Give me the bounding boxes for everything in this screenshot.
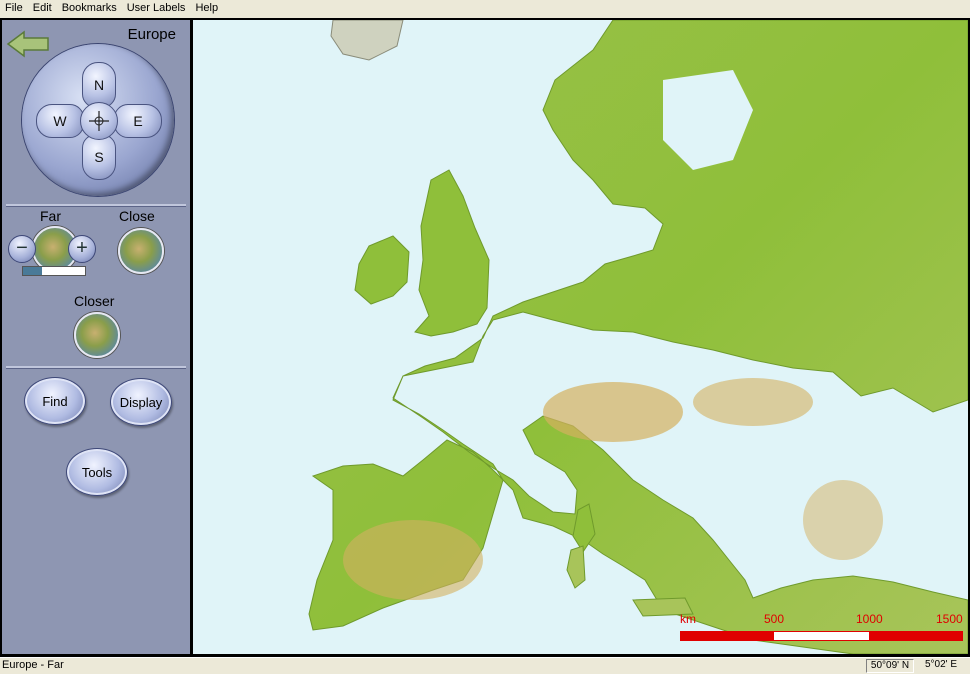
map-view[interactable]: km 500 1000 1500 [193, 20, 968, 654]
display-button[interactable]: Display [110, 378, 172, 426]
sidebar-divider [6, 204, 186, 207]
crosshair-icon [89, 111, 109, 131]
pan-west-button[interactable]: W [36, 104, 84, 138]
europe-relief-map [308, 20, 968, 654]
status-latitude: 50°09' N [866, 659, 914, 673]
closer-globe-icon[interactable] [74, 312, 120, 358]
zoom-closer-label: Closer [74, 293, 115, 309]
tools-button[interactable]: Tools [66, 448, 128, 496]
scale-segment [773, 631, 870, 641]
status-longitude: 5°02' E [924, 659, 958, 670]
region-title: Europe [127, 26, 176, 43]
zoom-close-label: Close [119, 208, 155, 224]
menu-edit[interactable]: Edit [28, 0, 57, 17]
scale-segment [680, 631, 774, 641]
menu-file[interactable]: File [0, 0, 28, 17]
zoom-level-bar[interactable] [22, 266, 86, 276]
menu-bookmarks[interactable]: Bookmarks [57, 0, 122, 17]
back-arrow-icon[interactable] [6, 30, 50, 58]
zoom-level-fill [23, 267, 42, 275]
pan-south-button[interactable]: S [82, 134, 116, 180]
sidebar: Europe N S W E Far Close − + Closer Find… [2, 20, 192, 654]
pan-east-button[interactable]: E [114, 104, 162, 138]
find-button[interactable]: Find [24, 377, 86, 425]
menu-user-labels[interactable]: User Labels [122, 0, 191, 17]
zoom-in-button[interactable]: + [68, 235, 96, 263]
compass: N S W E [22, 44, 174, 196]
menu-help[interactable]: Help [190, 0, 223, 17]
scale-mark-1500: 1500 [936, 612, 963, 626]
sidebar-divider [6, 366, 186, 369]
zoom-far-label: Far [40, 208, 61, 224]
recenter-button[interactable] [80, 102, 118, 140]
status-view-text: Europe - Far [2, 659, 64, 671]
status-bar: Europe - Far 50°09' N 5°02' E [0, 657, 970, 674]
close-globe-icon[interactable] [118, 228, 164, 274]
scale-unit-label: km [680, 612, 696, 626]
zoom-out-button[interactable]: − [8, 235, 36, 263]
scale-mark-1000: 1000 [856, 612, 883, 626]
menu-bar: File Edit Bookmarks User Labels Help [0, 0, 970, 17]
scale-mark-500: 500 [764, 612, 785, 626]
scale-segment [869, 631, 963, 641]
